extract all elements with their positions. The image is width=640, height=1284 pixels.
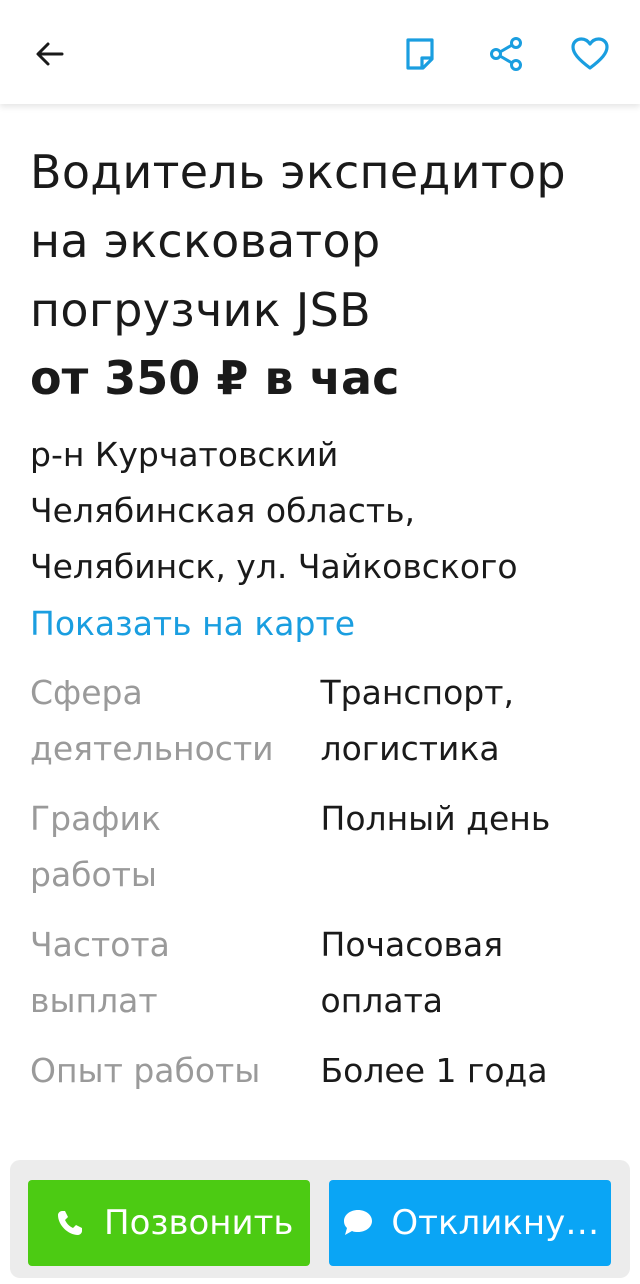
chat-bubble-icon — [337, 1201, 379, 1245]
title-line: на экскoватор — [30, 214, 381, 268]
detail-value-line: Более 1 года — [320, 1051, 548, 1090]
detail-label-line: выплат — [30, 981, 158, 1020]
detail-value-line: оплата — [320, 981, 444, 1020]
note-icon — [406, 38, 434, 70]
heart-icon — [571, 37, 609, 70]
share-icon — [490, 37, 522, 71]
back-button[interactable] — [28, 32, 72, 76]
detail-label-line: Сфера — [30, 673, 143, 712]
address-line: Челябинская область, — [30, 491, 416, 530]
address-line: Челябинск, ул. Чайковского — [30, 547, 518, 586]
salary: от 350 ₽ в час — [30, 351, 400, 405]
top-app-bar — [0, 0, 640, 104]
detail-value-line: Транспорт, — [320, 673, 514, 712]
vacancy-page: Водитель экспедитор на экскoватор погруз… — [0, 0, 640, 1284]
detail-label-line: деятельности — [30, 729, 274, 768]
detail-row: Сфера деятельности Транспорт, логистика — [30, 665, 620, 777]
detail-label-line: Частота — [30, 925, 170, 964]
detail-value: Почасовая оплата — [321, 917, 621, 1029]
detail-value-line: Полный день — [320, 799, 551, 838]
show-on-map-link[interactable]: Показать на карте — [30, 599, 355, 649]
detail-label: График работы — [30, 791, 321, 903]
vacancy-title: Водитель экспедитор на экскoватор погруз… — [30, 138, 620, 345]
detail-label: Частота выплат — [30, 917, 321, 1029]
call-button-label: Позвонить — [104, 1203, 294, 1243]
detail-label-line: работы — [30, 855, 157, 894]
note-button[interactable] — [398, 32, 442, 76]
detail-label: Сфера деятельности — [30, 665, 321, 777]
share-button[interactable] — [484, 32, 528, 76]
title-line: Водитель экспедитор — [30, 145, 566, 199]
detail-value: Полный день — [321, 791, 621, 903]
detail-value-line: логистика — [320, 729, 500, 768]
arrow-left-icon — [36, 42, 64, 66]
call-button[interactable]: Позвонить — [28, 1180, 310, 1266]
detail-row: График работы Полный день — [30, 791, 620, 903]
detail-label-line: График — [30, 799, 161, 838]
respond-button[interactable]: Откликнуться — [329, 1180, 611, 1266]
detail-label-line: Опыт работы — [30, 1051, 261, 1090]
detail-row: Частота выплат Почасовая оплата — [30, 917, 620, 1029]
phone-icon — [48, 1201, 92, 1245]
address: р-н Курчатовский Челябинская область, Че… — [30, 427, 620, 595]
details-table: Сфера деятельности Транспорт, логистика … — [30, 665, 620, 1099]
detail-value: Транспорт, логистика — [321, 665, 621, 777]
favorite-button[interactable] — [568, 32, 612, 76]
detail-label: Опыт работы — [30, 1043, 321, 1099]
address-line: р-н Курчатовский — [30, 435, 339, 474]
title-line: погрузчик JSB — [30, 283, 371, 337]
bottom-action-bar: Позвонить Откликнуться — [10, 1160, 630, 1278]
detail-value: Более 1 года — [321, 1043, 621, 1099]
detail-row: Опыт работы Более 1 года — [30, 1043, 620, 1099]
detail-value-line: Почасовая — [320, 925, 504, 964]
vacancy-content: Водитель экспедитор на экскoватор погруз… — [30, 138, 620, 1113]
respond-button-label: Откликнуться — [391, 1203, 611, 1243]
